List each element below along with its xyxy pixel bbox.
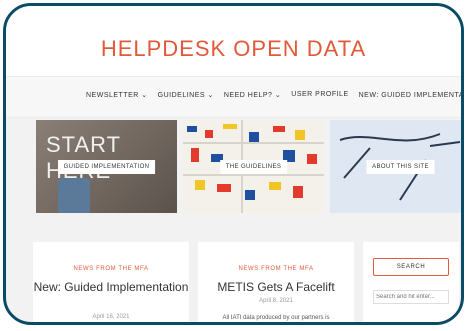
search-input[interactable] — [373, 290, 449, 304]
start-here-image-text: START HERE — [46, 132, 121, 183]
nav-item-user-profile[interactable]: USER PROFILE — [291, 91, 348, 99]
post-date: April 8, 2021 — [259, 298, 293, 304]
nav-item-guided-implementation[interactable]: NEW: GUIDED IMPLEMENTATION ⌄ — [359, 91, 461, 99]
post-excerpt: All IATI data produced by our partners i… — [222, 315, 330, 321]
nav-items: NEWSLETTER ⌄ GUIDELINES ⌄ NEED HELP? ⌄ U… — [86, 91, 461, 99]
post-card[interactable]: NEWS FROM THE MFA New: Guided Implementa… — [33, 242, 189, 322]
feet-image — [58, 178, 90, 213]
post-category[interactable]: NEWS FROM THE MFA — [198, 266, 354, 272]
post-category[interactable]: NEWS FROM THE MFA — [33, 266, 189, 272]
tile-guided-implementation[interactable]: START HERE GUIDED IMPLEMENTATION — [36, 120, 177, 213]
tile-label-guidelines[interactable]: THE GUIDELINES — [219, 159, 288, 174]
main-nav: NEWSLETTER ⌄ GUIDELINES ⌄ NEED HELP? ⌄ U… — [6, 76, 461, 118]
post-date: April 16, 2021 — [92, 314, 130, 320]
tile-label-guided-implementation[interactable]: GUIDED IMPLEMENTATION — [57, 159, 156, 174]
post-card[interactable]: NEWS FROM THE MFA METIS Gets A Facelift … — [198, 242, 354, 322]
site-title[interactable]: HELPDESK OPEN DATA — [6, 36, 461, 62]
post-title[interactable]: New: Guided Implementation — [33, 280, 189, 294]
post-cards: NEWS FROM THE MFA New: Guided Implementa… — [6, 236, 461, 322]
feature-tiles: START HERE GUIDED IMPLEMENTATION — [30, 120, 461, 220]
nav-item-need-help[interactable]: NEED HELP? ⌄ — [224, 91, 281, 99]
nav-item-newsletter[interactable]: NEWSLETTER ⌄ — [86, 91, 148, 99]
tile-guidelines[interactable]: THE GUIDELINES — [183, 120, 324, 213]
search-button[interactable]: SEARCH — [373, 258, 449, 276]
site-header: HELPDESK OPEN DATA — [6, 6, 461, 76]
post-title[interactable]: METIS Gets A Facelift — [198, 280, 354, 294]
tile-label-about[interactable]: ABOUT THIS SITE — [366, 159, 435, 174]
search-widget: SEARCH — [363, 242, 459, 322]
tile-about[interactable]: ABOUT THIS SITE — [330, 120, 461, 213]
nav-item-guidelines[interactable]: GUIDELINES ⌄ — [158, 91, 214, 99]
browser-frame: HELPDESK OPEN DATA NEWSLETTER ⌄ GUIDELIN… — [3, 3, 464, 325]
